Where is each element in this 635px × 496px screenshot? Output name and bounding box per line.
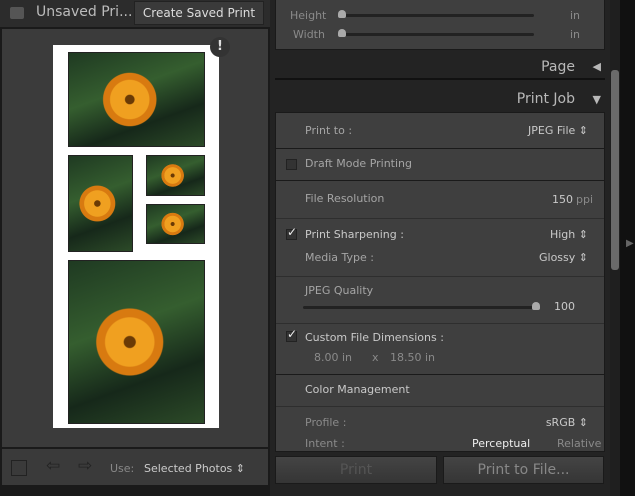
print-to-select[interactable]: JPEG File ⇕	[528, 124, 588, 137]
checkmark-icon: ✓	[287, 327, 298, 341]
photo-2[interactable]	[68, 155, 133, 252]
color-management-label: Color Management	[305, 383, 410, 396]
right-panel: Height in Width in Page ◀ Print Job ▼ Pr…	[270, 0, 615, 496]
scrollbar-thumb[interactable]	[611, 70, 619, 270]
profile-row: Profile : sRGB ⇕ Intent : Perceptual Rel…	[276, 407, 604, 453]
profile-value: sRGB	[545, 416, 576, 429]
media-type-label: Media Type :	[305, 251, 375, 264]
bottom-toolbar: ⇦ ⇨ Use: Selected Photos ⇕	[2, 449, 268, 485]
width-slider[interactable]	[338, 33, 534, 36]
intent-relative-option[interactable]: Relative	[557, 437, 601, 450]
dimension-separator: x	[372, 351, 379, 364]
print-job-header[interactable]: Print Job ▼	[275, 88, 605, 112]
profile-select[interactable]: sRGB ⇕	[546, 416, 588, 429]
jpeg-quality-value[interactable]: 100	[554, 300, 575, 313]
warning-icon[interactable]: !	[210, 37, 230, 57]
file-resolution-value[interactable]: 150	[552, 193, 573, 206]
print-title: Unsaved Pri...	[36, 4, 133, 20]
checkmark-icon: ✓	[287, 225, 298, 239]
draft-mode-checkbox[interactable]	[286, 159, 297, 170]
use-label: Use:	[110, 462, 135, 475]
photo-4[interactable]	[146, 204, 205, 244]
image-settings-section: Height in Width in	[275, 0, 605, 50]
file-resolution-label: File Resolution	[305, 192, 385, 205]
photo-3[interactable]	[146, 155, 205, 196]
jpeg-quality-slider[interactable]	[303, 306, 539, 309]
print-to-label: Print to :	[305, 124, 353, 137]
width-unit: in	[570, 28, 581, 41]
left-panel: Unsaved Pri... Create Saved Print ! ⇦ ⇨ …	[0, 0, 270, 496]
page-header-label: Page	[541, 59, 575, 75]
page-header[interactable]: Page ◀	[275, 56, 605, 80]
print-to-file-button[interactable]: Print to File...	[443, 456, 604, 484]
dimension-width[interactable]: 8.00 in	[314, 351, 352, 364]
print-button[interactable]: Print	[275, 456, 437, 484]
draft-mode-row: Draft Mode Printing	[276, 149, 604, 181]
collapsed-triangle-icon: ◀	[592, 60, 601, 73]
photo-5[interactable]	[68, 260, 205, 424]
height-slider[interactable]	[338, 14, 534, 17]
use-value: Selected Photos	[144, 462, 233, 475]
profile-label: Profile :	[305, 416, 347, 429]
custom-dimensions-label: Custom File Dimensions :	[305, 331, 444, 344]
intent-perceptual-option[interactable]: Perceptual	[472, 437, 530, 450]
print-sharpening-select[interactable]: High ⇕	[550, 228, 588, 241]
print-job-section: Print to : JPEG File ⇕ Draft Mode Printi…	[275, 112, 605, 452]
use-select[interactable]: Selected Photos ⇕	[144, 462, 245, 475]
print-sharpening-checkbox[interactable]: ✓	[286, 225, 297, 240]
expand-right-panel-icon[interactable]: ▶	[626, 238, 634, 249]
print-sharpening-label: Print Sharpening :	[305, 228, 404, 241]
jpeg-quality-row: JPEG Quality 100	[276, 277, 604, 324]
dimension-height[interactable]: 18.50 in	[390, 351, 435, 364]
file-resolution-unit: ppi	[576, 193, 594, 206]
custom-dimensions-checkbox[interactable]: ✓	[286, 327, 297, 342]
height-slider-thumb[interactable]	[338, 10, 346, 18]
height-unit: in	[570, 9, 581, 22]
print-sharpening-value: High	[549, 228, 576, 241]
right-edge-scrollbar[interactable]	[610, 0, 620, 496]
print-to-value: JPEG File	[528, 124, 576, 137]
height-label: Height	[290, 9, 327, 22]
media-type-value: Glossy	[538, 251, 576, 264]
intent-label: Intent :	[305, 437, 345, 450]
jpeg-quality-slider-thumb[interactable]	[532, 302, 540, 310]
page-toggle-button[interactable]	[11, 460, 27, 476]
print-title-bar: Unsaved Pri... Create Saved Print	[0, 0, 270, 27]
photo-1[interactable]	[68, 52, 205, 147]
width-slider-thumb[interactable]	[338, 29, 346, 37]
next-page-arrow-icon[interactable]: ⇨	[78, 456, 92, 476]
custom-dimensions-row: ✓ Custom File Dimensions : 8.00 in x 18.…	[276, 324, 604, 375]
jpeg-quality-label: JPEG Quality	[305, 284, 374, 297]
print-page	[53, 45, 219, 428]
draft-mode-label: Draft Mode Printing	[305, 157, 413, 170]
print-job-header-label: Print Job	[516, 91, 575, 107]
file-resolution-row: File Resolution 150 ppi	[276, 181, 604, 219]
expanded-triangle-icon: ▼	[592, 93, 601, 106]
previous-page-arrow-icon[interactable]: ⇦	[46, 456, 60, 476]
width-label: Width	[293, 28, 325, 41]
media-type-select[interactable]: Glossy ⇕	[539, 251, 588, 264]
print-to-row: Print to : JPEG File ⇕	[276, 113, 604, 149]
print-sharpening-row: ✓ Print Sharpening : High ⇕ Media Type :…	[276, 219, 604, 277]
printer-icon	[10, 7, 24, 19]
color-management-row: Color Management	[276, 375, 604, 407]
create-saved-print-button[interactable]: Create Saved Print	[134, 1, 264, 25]
